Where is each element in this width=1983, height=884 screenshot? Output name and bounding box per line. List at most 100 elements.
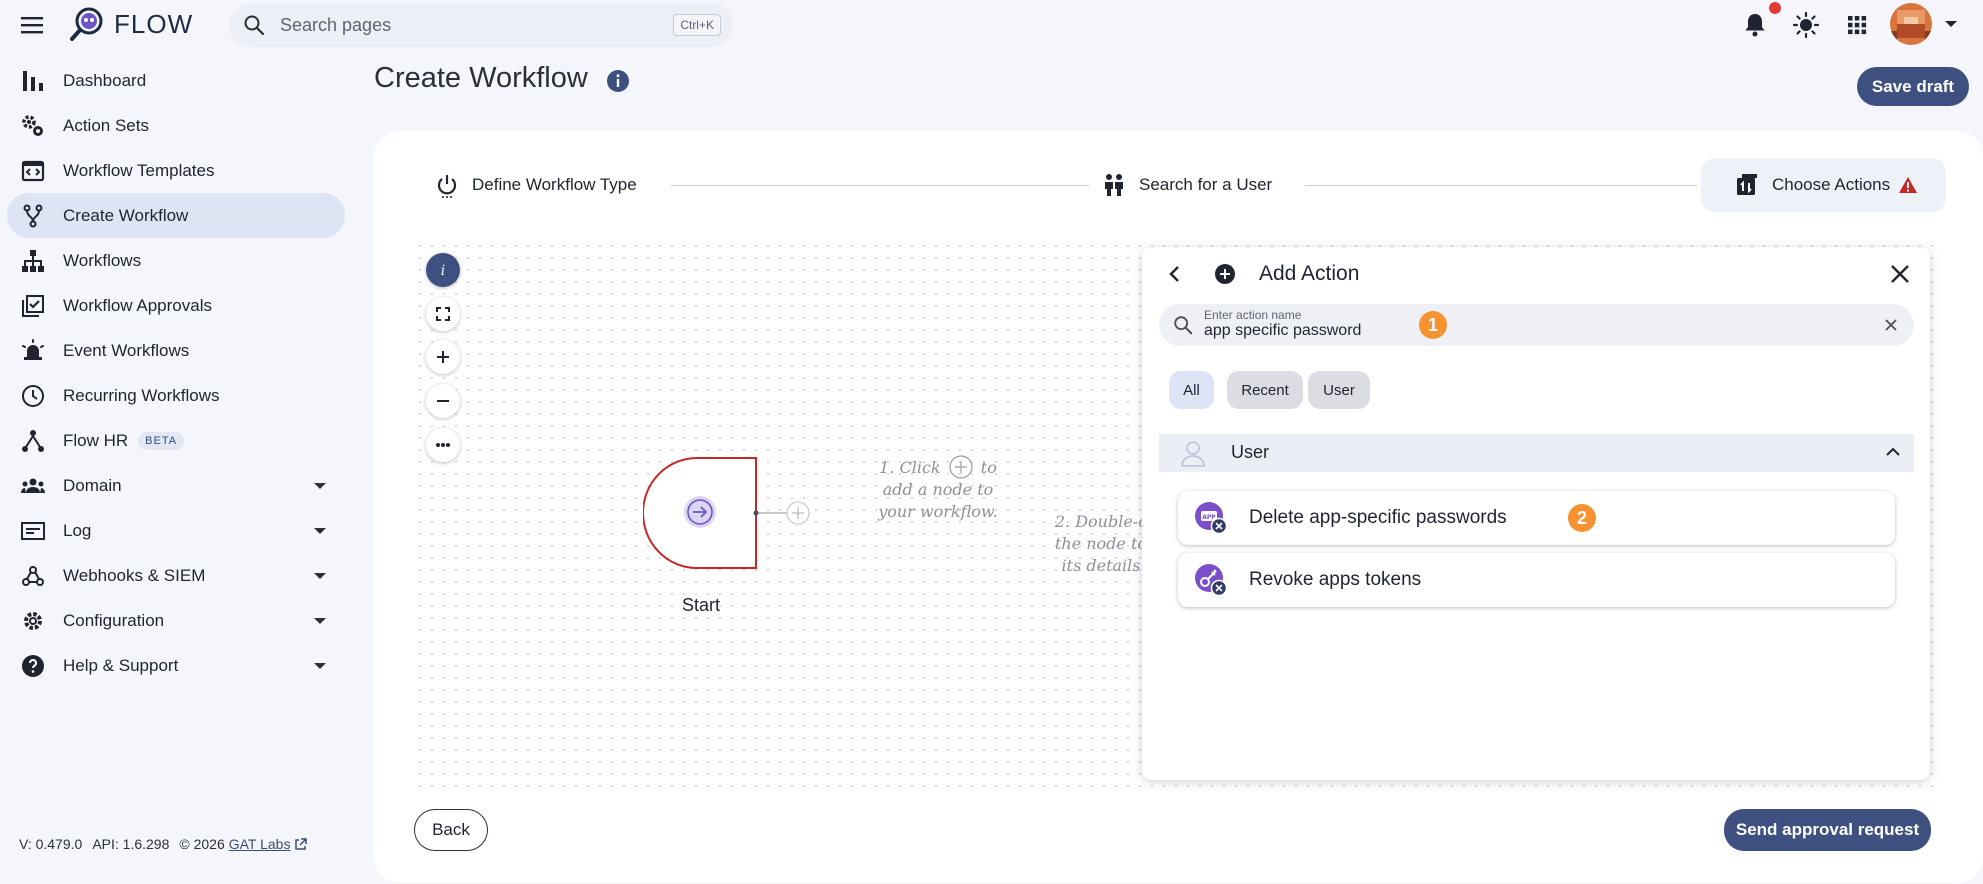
- chevron-down-icon: [314, 527, 326, 534]
- bell-icon[interactable]: [1741, 11, 1769, 39]
- log-icon: [21, 521, 45, 540]
- sidebar-item-recurring-workflows[interactable]: Recurring Workflows: [7, 373, 345, 418]
- add-action-panel: Add Action Enter action name 1 All Recen…: [1142, 247, 1930, 780]
- sidebar-item-configuration[interactable]: Configuration: [7, 598, 345, 643]
- sidebar-item-workflow-approvals[interactable]: Workflow Approvals: [7, 283, 345, 328]
- save-draft-button[interactable]: Save draft: [1857, 67, 1969, 106]
- close-icon[interactable]: [1889, 263, 1911, 285]
- add-node-icon: [949, 455, 973, 479]
- sitemap-icon: [22, 249, 44, 272]
- siren-icon: [22, 338, 44, 360]
- start-node[interactable]: [643, 456, 815, 571]
- action-search-field[interactable]: Enter action name 1: [1159, 304, 1914, 346]
- sidebar-item-event-workflows[interactable]: Event Workflows: [7, 328, 345, 373]
- sidebar-item-help-support[interactable]: Help & Support: [7, 643, 345, 688]
- step-marker-2: 2: [1568, 504, 1596, 532]
- action-delete-app-specific-passwords[interactable]: APP Delete app-specific passwords 2: [1178, 491, 1895, 545]
- sidebar-item-create-workflow[interactable]: Create Workflow: [7, 193, 345, 238]
- app-version: V: 0.479.0: [19, 836, 83, 852]
- zoom-out-button[interactable]: [426, 384, 460, 418]
- sidebar: Dashboard Action Sets Workflow Templates…: [0, 58, 350, 688]
- back-arrow-icon[interactable]: [1167, 265, 1183, 283]
- back-button[interactable]: Back: [414, 809, 488, 851]
- shortcut-hint: Ctrl+K: [673, 14, 721, 36]
- power-icon: [437, 175, 457, 198]
- webhook-icon: [22, 565, 44, 586]
- sidebar-item-workflow-templates[interactable]: Workflow Templates: [7, 148, 345, 193]
- warning-icon: [1899, 177, 1918, 193]
- panel-title: Add Action: [1259, 262, 1360, 285]
- add-circle-icon: [1215, 264, 1235, 284]
- canvas-info-button[interactable]: i: [426, 253, 460, 287]
- copyright: © 2026: [179, 836, 225, 852]
- filter-chip-recent[interactable]: Recent: [1227, 371, 1303, 409]
- sidebar-item-log[interactable]: Log: [7, 508, 345, 553]
- approval-icon: [22, 294, 44, 317]
- step-label: Define Workflow Type: [472, 175, 637, 194]
- sidebar-item-action-sets[interactable]: Action Sets: [7, 103, 345, 148]
- users-icon: [1105, 174, 1123, 196]
- app-password-delete-icon: APP: [1195, 502, 1228, 535]
- category-label: User: [1231, 442, 1270, 462]
- sidebar-item-label: Event Workflows: [63, 340, 190, 360]
- search-placeholder: Search pages: [280, 14, 392, 35]
- chevron-up-icon: [1886, 447, 1900, 456]
- app-name: FLOW: [114, 8, 194, 39]
- step-connector: [671, 185, 1089, 186]
- sidebar-item-dashboard[interactable]: Dashboard: [7, 58, 345, 103]
- app-logo[interactable]: FLOW: [68, 5, 193, 43]
- category-header-user[interactable]: User: [1159, 434, 1914, 472]
- step-choose-actions[interactable]: Choose Actions: [1734, 172, 1918, 198]
- search-bar[interactable]: Search pages Ctrl+K: [229, 3, 733, 47]
- sidebar-item-label: Webhooks & SIEM: [63, 565, 206, 585]
- theme-toggle-icon[interactable]: [1792, 11, 1820, 39]
- step-define-workflow-type[interactable]: Define Workflow Type: [434, 172, 637, 198]
- hr-icon: [22, 429, 44, 452]
- flow-hr-label: Flow HR: [63, 430, 129, 450]
- page-title: Create Workflow: [374, 62, 588, 94]
- hint-text: add a node to: [882, 480, 994, 499]
- sidebar-item-label: Configuration: [63, 610, 165, 630]
- account-caret-icon[interactable]: [1944, 19, 1958, 29]
- step-search-user[interactable]: Search for a User: [1101, 172, 1272, 198]
- step-connector: [1305, 185, 1697, 186]
- info-icon: i: [441, 263, 445, 278]
- sidebar-item-label: Workflow Approvals: [63, 295, 212, 315]
- action-search-input[interactable]: [1204, 322, 1444, 340]
- sidebar-item-label: Workflow Templates: [63, 160, 215, 180]
- more-options-button[interactable]: [426, 428, 460, 462]
- sidebar-item-label: Domain: [63, 475, 122, 495]
- sidebar-item-webhooks-siem[interactable]: Webhooks & SIEM: [7, 553, 345, 598]
- menu-icon[interactable]: [20, 14, 44, 36]
- apps-grid-icon[interactable]: [1843, 11, 1871, 39]
- zoom-in-button[interactable]: [426, 340, 460, 374]
- flow-logo-icon: [70, 7, 103, 41]
- sidebar-item-label: Flow HR BETA: [63, 430, 185, 451]
- avatar[interactable]: [1890, 3, 1932, 45]
- gear-icon: [24, 611, 42, 630]
- svg-text:i: i: [441, 263, 445, 278]
- people-icon: [21, 478, 45, 493]
- action-revoke-apps-tokens[interactable]: Revoke apps tokens: [1178, 553, 1895, 607]
- sidebar-item-flow-hr[interactable]: Flow HR BETA: [7, 418, 345, 463]
- filter-chip-user[interactable]: User: [1308, 371, 1370, 409]
- clear-icon[interactable]: [1884, 318, 1898, 332]
- version-footer: V: 0.479.0 API: 1.6.298 © 2026 GAT Labs: [19, 836, 308, 852]
- sidebar-item-domain[interactable]: Domain: [7, 463, 345, 508]
- info-icon[interactable]: [606, 69, 630, 93]
- gat-labs-link[interactable]: GAT Labs: [229, 836, 291, 852]
- external-link-icon: [295, 837, 308, 850]
- hint-text: your workflow.: [878, 502, 998, 521]
- filter-chip-all[interactable]: All: [1169, 371, 1214, 409]
- action-label: Delete app-specific passwords: [1249, 507, 1507, 528]
- user-icon: [1181, 441, 1205, 467]
- send-approval-request-button[interactable]: Send approval request: [1724, 809, 1931, 851]
- api-version: API: 1.6.298: [92, 836, 170, 852]
- sidebar-item-workflows[interactable]: Workflows: [7, 238, 345, 283]
- hint-text: 1. Click: [879, 458, 941, 477]
- token-revoke-icon: [1195, 564, 1228, 597]
- chevron-down-icon: [314, 617, 326, 624]
- fit-view-button[interactable]: [426, 297, 460, 331]
- sidebar-item-label: Recurring Workflows: [63, 385, 220, 405]
- fullscreen-icon: [436, 307, 450, 321]
